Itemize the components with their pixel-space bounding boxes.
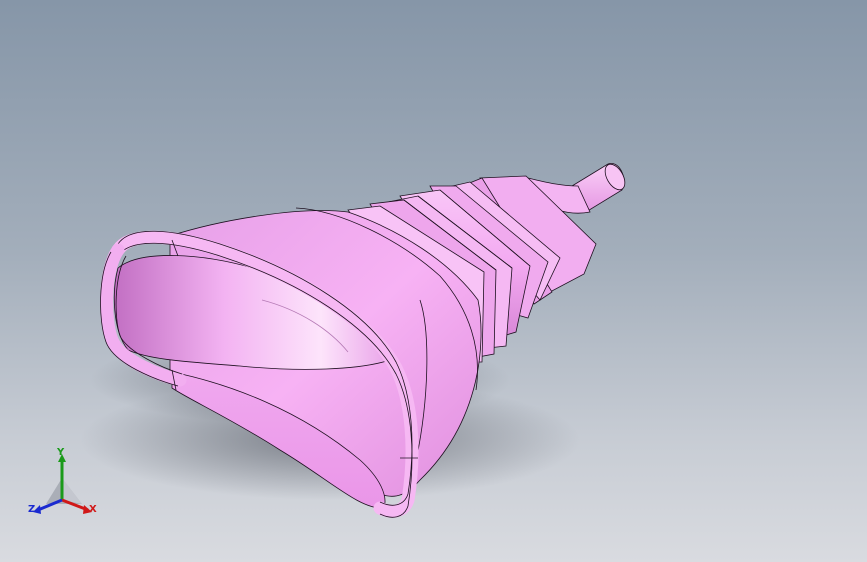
- funnel-boot-3d-model[interactable]: [0, 0, 867, 562]
- axis-x-label: X: [89, 504, 97, 515]
- graphics-viewport[interactable]: Y X Z: [0, 0, 867, 562]
- axis-y-label: Y: [57, 447, 65, 458]
- axis-z-label: Z: [28, 504, 36, 515]
- coordinate-triad: Y X Z: [26, 448, 106, 518]
